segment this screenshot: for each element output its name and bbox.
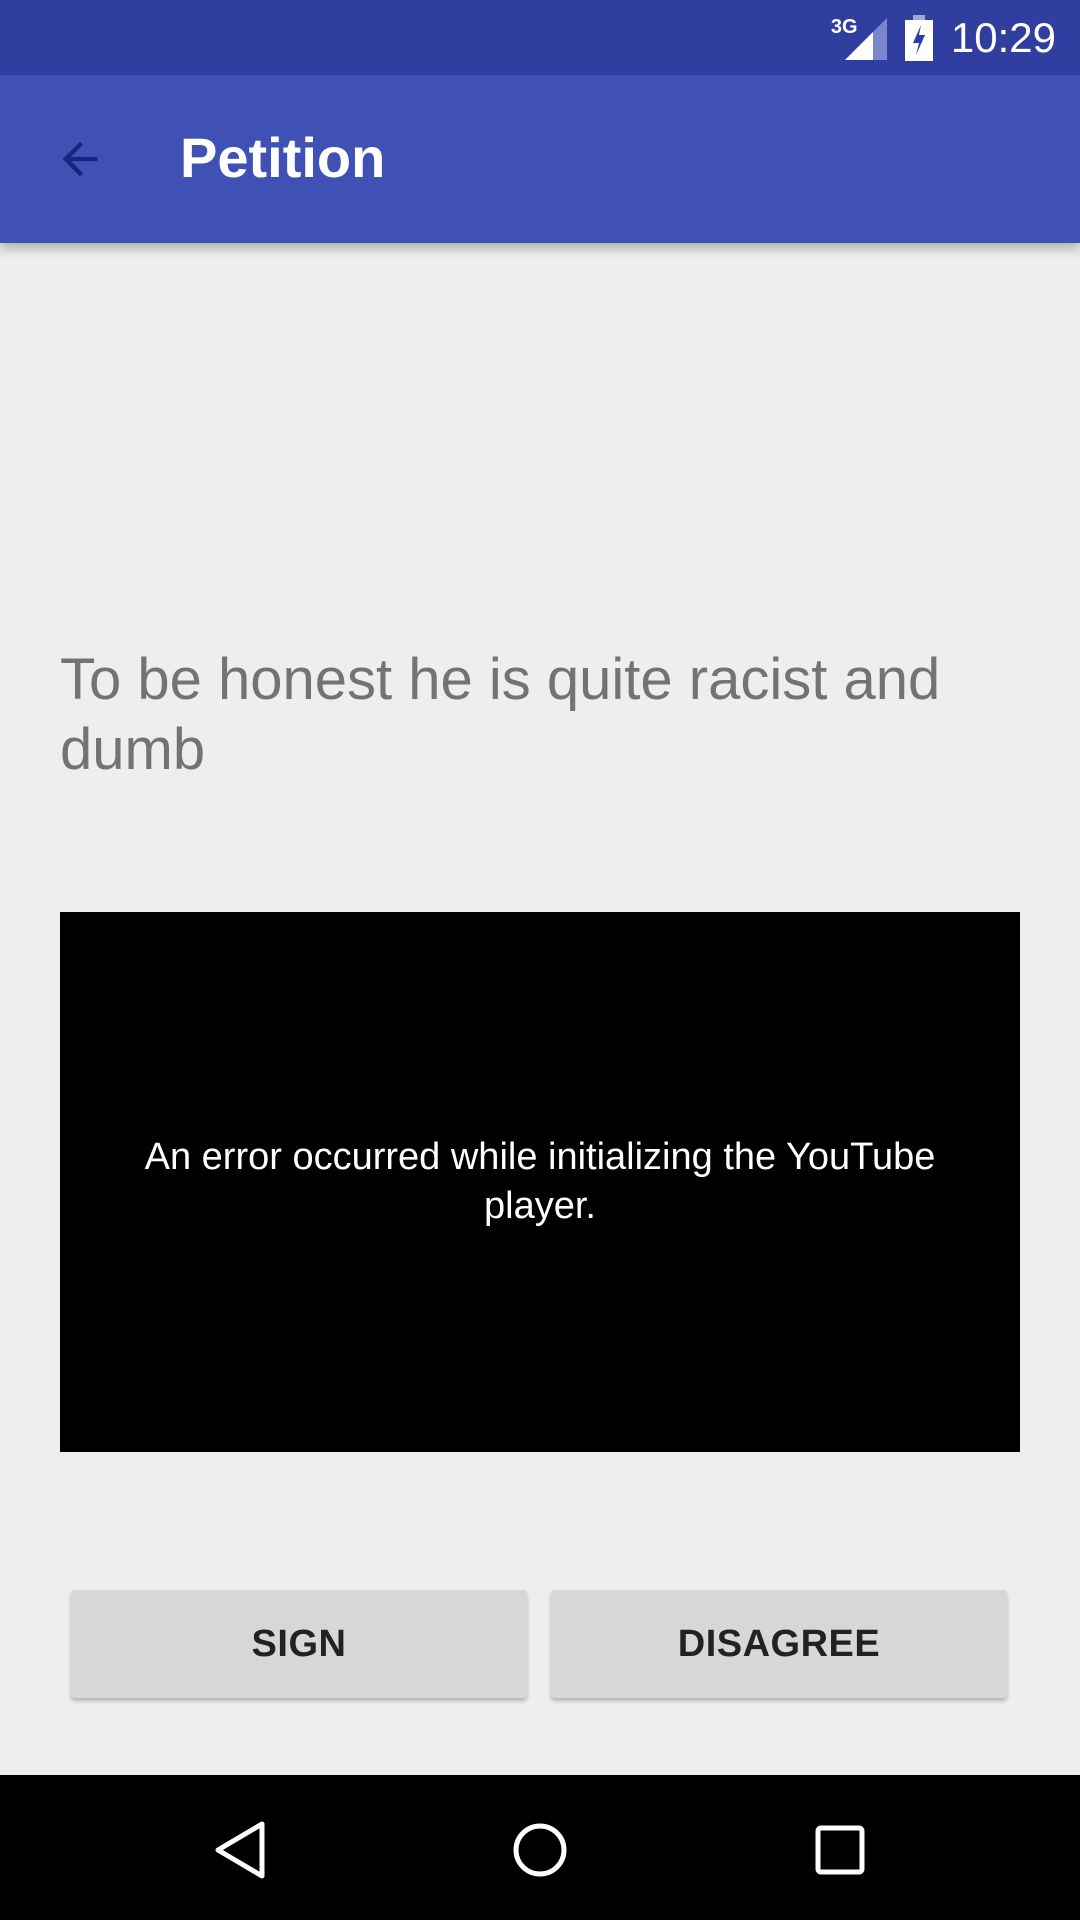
screen: 3G 10:29 Petition To be honest he is qui… <box>0 0 1080 1920</box>
nav-home-button[interactable] <box>495 1805 585 1895</box>
back-button[interactable] <box>40 119 120 199</box>
status-time: 10:29 <box>950 13 1056 61</box>
signal-icon: 3G <box>831 16 887 60</box>
youtube-player[interactable]: An error occurred while initializing the… <box>60 912 1020 1452</box>
status-bar: 3G 10:29 <box>0 0 1080 75</box>
action-buttons: SIGN DISAGREE <box>0 1590 1080 1700</box>
navigation-bar <box>0 1775 1080 1920</box>
nav-back-icon <box>215 1821 265 1879</box>
battery-charging-icon <box>904 14 933 61</box>
arrow-back-icon <box>62 141 98 177</box>
nav-back-button[interactable] <box>195 1805 285 1895</box>
sign-button[interactable]: SIGN <box>71 1590 527 1698</box>
page-title: Petition <box>180 126 386 189</box>
app-bar: Petition <box>0 75 1080 243</box>
petition-description: To be honest he is quite racist and dumb <box>60 647 941 782</box>
nav-recents-button[interactable] <box>795 1805 885 1895</box>
nav-home-icon <box>513 1823 567 1877</box>
nav-recents-icon <box>815 1825 865 1875</box>
status-icons: 3G 10:29 <box>831 0 1056 75</box>
disagree-button[interactable]: DISAGREE <box>551 1590 1007 1698</box>
video-error-message: An error occurred while initializing the… <box>144 1136 936 1227</box>
